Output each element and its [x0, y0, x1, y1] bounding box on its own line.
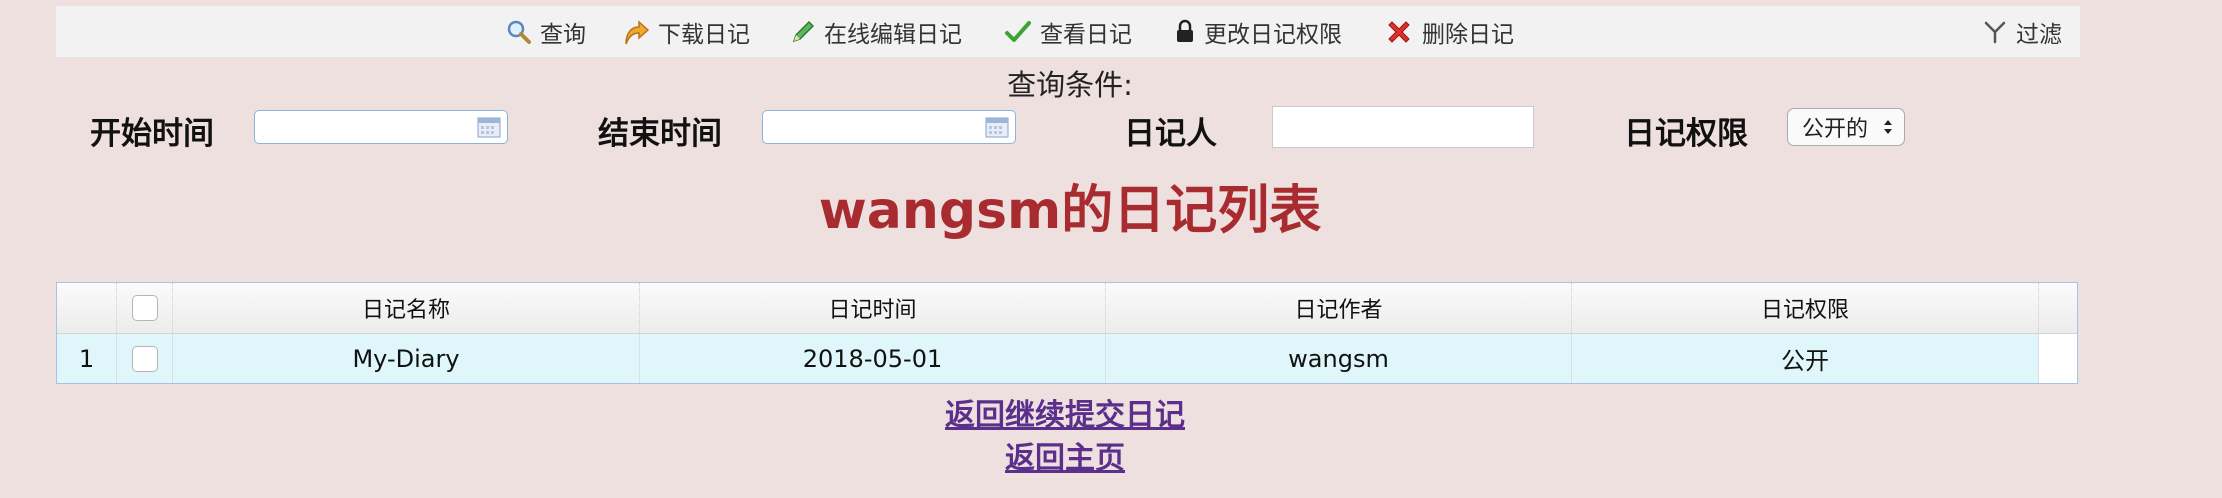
author-label: 日记人 — [1124, 116, 1217, 152]
checkmark-icon — [1005, 20, 1031, 42]
permission-label: 日记权限 — [1624, 116, 1748, 152]
download-diary-button[interactable]: 下载日记 — [622, 6, 750, 57]
start-time-label: 开始时间 — [90, 116, 214, 152]
diary-permission-cell: 公开 — [1572, 334, 2039, 383]
diary-table: 日记名称 日记时间 日记作者 日记权限 1 My-Diary 2018-05-0… — [56, 282, 2078, 384]
filter-label: 过滤 — [2016, 21, 2062, 48]
diary-time-cell: 2018-05-01 — [640, 334, 1106, 383]
permission-selected-value: 公开的 — [1802, 117, 1869, 142]
delete-diary-button[interactable]: 删除日记 — [1384, 6, 1514, 57]
change-permission-button[interactable]: 更改日记权限 — [1174, 6, 1342, 57]
column-header-time[interactable]: 日记时间 — [640, 283, 1106, 333]
filter-button[interactable]: 过滤 — [1984, 6, 2062, 57]
forward-arrow-icon — [625, 19, 650, 44]
back-submit-diary-link[interactable]: 返回继续提交日记 — [0, 390, 2130, 434]
permission-select[interactable]: 公开的 — [1787, 108, 1905, 146]
change-permission-label: 更改日记权限 — [1204, 21, 1342, 48]
filter-icon — [1984, 21, 2006, 43]
end-time-label: 结束时间 — [598, 116, 722, 152]
row-number: 1 — [57, 334, 117, 383]
edit-online-label: 在线编辑日记 — [824, 21, 962, 48]
view-diary-button[interactable]: 查看日记 — [1004, 6, 1132, 57]
table-header-row: 日记名称 日记时间 日记作者 日记权限 — [57, 283, 2077, 334]
delete-x-icon — [1388, 20, 1410, 43]
back-home-link[interactable]: 返回主页 — [0, 433, 2130, 477]
column-header-author[interactable]: 日记作者 — [1106, 283, 1572, 333]
query-label: 查询 — [540, 21, 586, 48]
column-header-permission[interactable]: 日记权限 — [1572, 283, 2039, 333]
table-row[interactable]: 1 My-Diary 2018-05-01 wangsm 公开 — [57, 334, 2077, 383]
start-time-input[interactable] — [254, 110, 508, 144]
lock-icon — [1177, 19, 1193, 42]
author-input[interactable] — [1272, 106, 1534, 148]
row-spacer — [2039, 334, 2077, 383]
diary-author-cell: wangsm — [1106, 334, 1572, 383]
toolbar: 查询 下载日记 在线编辑日记 查看日记 更改日记权限 删除日记 过滤 — [56, 6, 2080, 58]
pencil-icon — [792, 20, 815, 42]
select-all-cell — [117, 283, 173, 333]
row-number-header — [57, 283, 117, 333]
calendar-icon[interactable] — [477, 116, 501, 138]
select-arrows-icon — [1884, 120, 1892, 134]
query-button[interactable]: 查询 — [506, 6, 586, 57]
edit-online-button[interactable]: 在线编辑日记 — [790, 6, 962, 57]
select-all-checkbox[interactable] — [131, 295, 158, 321]
calendar-icon[interactable] — [985, 116, 1009, 138]
delete-diary-label: 删除日记 — [1422, 21, 1514, 48]
search-icon — [507, 20, 531, 44]
view-diary-label: 查看日记 — [1040, 21, 1132, 48]
row-checkbox[interactable] — [131, 345, 158, 372]
diary-name-cell: My-Diary — [173, 334, 640, 383]
query-conditions-title: 查询条件: — [1007, 68, 1133, 102]
row-select-cell — [117, 334, 173, 383]
header-spacer — [2039, 283, 2077, 333]
download-diary-label: 下载日记 — [658, 21, 750, 48]
diary-list-title: wangsm的日记列表 — [818, 181, 1322, 241]
column-header-name[interactable]: 日记名称 — [173, 283, 640, 333]
end-time-input[interactable] — [762, 110, 1016, 144]
